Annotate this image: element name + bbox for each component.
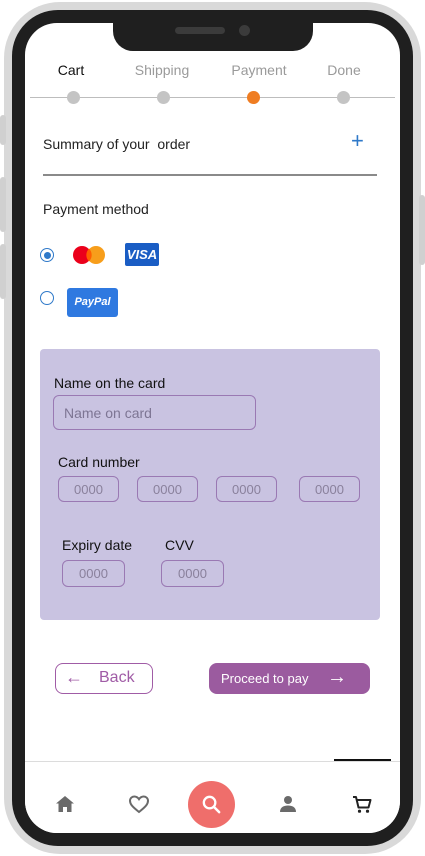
step-shipping[interactable]: Shipping bbox=[122, 62, 202, 78]
step-payment[interactable]: Payment bbox=[219, 62, 299, 78]
step-dot-done bbox=[337, 91, 350, 104]
back-button-label: Back bbox=[99, 669, 135, 686]
arrow-right-icon: → bbox=[327, 666, 347, 688]
paypal-logo: PayPal bbox=[67, 288, 118, 317]
card-radio[interactable] bbox=[40, 248, 54, 262]
arrow-left-icon: ← bbox=[65, 667, 83, 687]
proceed-button-label: Proceed to pay bbox=[221, 671, 309, 686]
search-button[interactable] bbox=[188, 781, 235, 828]
cvv-input[interactable] bbox=[161, 560, 224, 587]
expiry-date-input[interactable] bbox=[62, 560, 125, 587]
cvv-label: CVV bbox=[165, 537, 194, 553]
step-dot-shipping bbox=[157, 91, 170, 104]
search-icon bbox=[202, 795, 221, 814]
card-number-label: Card number bbox=[58, 454, 140, 470]
visa-logo: VISA bbox=[125, 243, 159, 266]
active-tab-indicator bbox=[334, 759, 391, 761]
payment-method-label: Payment method bbox=[43, 201, 149, 217]
mastercard-logo bbox=[73, 246, 105, 264]
name-on-card-input[interactable] bbox=[53, 395, 256, 430]
speaker bbox=[175, 27, 225, 34]
screen: Cart Shipping Payment Done Summary of yo… bbox=[25, 23, 400, 833]
home-icon[interactable] bbox=[53, 792, 77, 816]
step-dot-payment bbox=[247, 91, 260, 104]
name-on-card-label: Name on the card bbox=[54, 375, 166, 391]
bottom-tab-bar bbox=[25, 759, 400, 833]
proceed-to-pay-button[interactable]: Proceed to pay → bbox=[209, 663, 370, 694]
step-done[interactable]: Done bbox=[304, 62, 384, 78]
paypal-radio[interactable] bbox=[40, 291, 54, 305]
cart-icon[interactable] bbox=[350, 792, 374, 816]
checkout-stepper: Cart Shipping Payment Done bbox=[25, 59, 400, 109]
notch bbox=[113, 23, 313, 51]
heart-icon[interactable] bbox=[127, 792, 151, 816]
phone-side-button bbox=[0, 115, 6, 145]
camera bbox=[239, 25, 250, 36]
back-button[interactable]: ← Back bbox=[55, 663, 153, 694]
step-cart[interactable]: Cart bbox=[31, 62, 111, 78]
card-number-input-1[interactable] bbox=[58, 476, 119, 502]
card-details-panel: Name on the card Card number Expiry date… bbox=[40, 349, 380, 620]
card-number-input-4[interactable] bbox=[299, 476, 360, 502]
phone-side-button bbox=[0, 177, 6, 232]
phone-side-button bbox=[419, 195, 425, 265]
plus-icon[interactable]: + bbox=[351, 130, 364, 152]
user-icon[interactable] bbox=[276, 792, 300, 816]
phone-side-button bbox=[0, 244, 6, 299]
step-dot-cart bbox=[67, 91, 80, 104]
card-number-input-2[interactable] bbox=[137, 476, 198, 502]
summary-divider bbox=[43, 174, 377, 176]
expiry-date-label: Expiry date bbox=[62, 537, 133, 553]
card-number-input-3[interactable] bbox=[216, 476, 277, 502]
order-summary-label[interactable]: Summary of your order bbox=[43, 136, 190, 152]
